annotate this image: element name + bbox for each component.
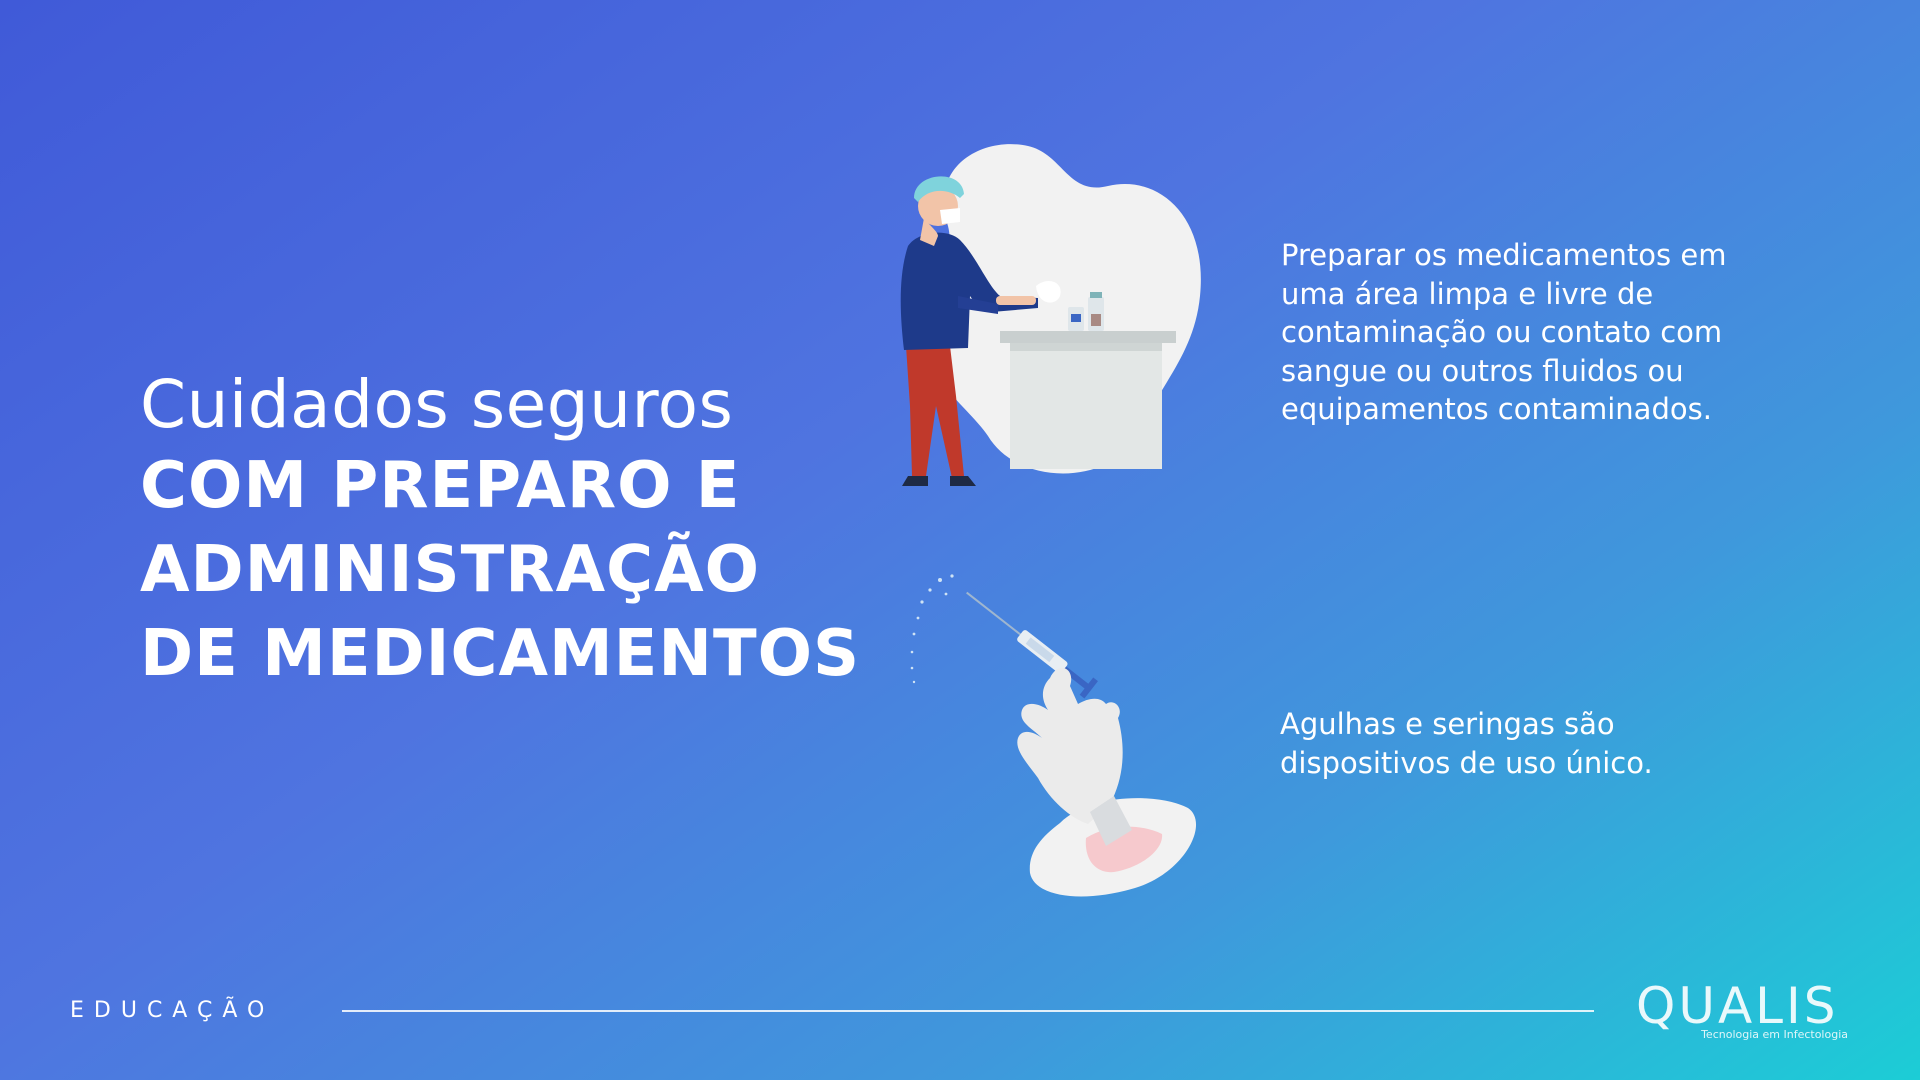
- footer-section-label: EDUCAÇÃO: [70, 998, 275, 1023]
- point-1-text: Preparar os medicamentos em uma área lim…: [1281, 236, 1801, 429]
- point-2-line-2: dispositivos de uso único.: [1280, 745, 1653, 780]
- footer-divider: [342, 1010, 1594, 1012]
- point-1-line-3: contaminação ou contato com: [1281, 315, 1723, 349]
- point-2-text: Agulhas e seringas são dispositivos de u…: [1280, 705, 1800, 782]
- syringe: [966, 591, 1098, 699]
- spray-droplets: [910, 574, 954, 684]
- headline-bold-line-2: ADMINISTRAÇÃO: [140, 533, 760, 607]
- table-body: [1010, 343, 1162, 469]
- slide: Cuidados seguros COM PREPARO E ADMINISTR…: [0, 0, 1920, 1080]
- logo-tagline: Tecnologia em Infectologia: [1701, 1028, 1848, 1041]
- headline-bold-line-3: DE MEDICAMENTOS: [140, 617, 861, 691]
- headline-bold-line-1: COM PREPARO E: [140, 449, 741, 523]
- headline-light: Cuidados seguros: [140, 366, 734, 443]
- point-1-line-4: sangue ou outros fluidos ou: [1281, 353, 1684, 388]
- nurse-preparing-medication-icon: [900, 144, 1201, 486]
- point-1-line-1: Preparar os medicamentos em: [1281, 238, 1727, 272]
- qualis-logo: QUALIS Tecnologia em Infectologia: [1636, 978, 1856, 1042]
- point-1-line-5: equipamentos contaminados.: [1281, 392, 1712, 426]
- logo-wordmark: QUALIS: [1636, 977, 1839, 1035]
- point-1-line-2: uma área limpa e livre de: [1281, 276, 1654, 311]
- face-mask: [940, 208, 960, 224]
- table-top: [1000, 331, 1176, 343]
- headline: Cuidados seguros COM PREPARO E ADMINISTR…: [140, 366, 920, 696]
- gloved-hand-syringe-icon: [910, 574, 1197, 897]
- glove: [1017, 667, 1123, 824]
- point-2-line-1: Agulhas e seringas são: [1280, 707, 1615, 741]
